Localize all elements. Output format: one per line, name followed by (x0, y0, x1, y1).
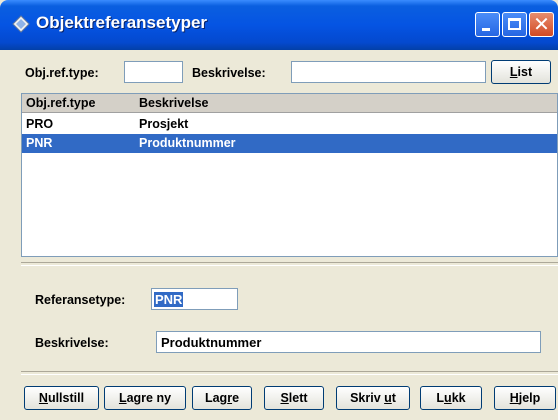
filter-type-input[interactable] (124, 61, 183, 83)
row-type: PNR (26, 136, 53, 150)
button-mnemonic: L (118, 391, 127, 405)
button-label-post: kk (451, 391, 466, 405)
button-mnemonic: S (280, 391, 289, 405)
button-mnemonic: N (38, 391, 48, 405)
save-new-button[interactable]: Lagre ny (104, 386, 186, 410)
reset-button[interactable]: Nullstill (24, 386, 99, 410)
divider (21, 262, 558, 266)
list-button[interactable]: List (491, 60, 551, 84)
app-icon (12, 15, 30, 33)
list-header: Obj.ref.type Beskrivelse (22, 94, 557, 113)
maximize-button[interactable] (502, 12, 527, 37)
filter-description-label: Beskrivelse: (192, 66, 266, 80)
close-icon: ✕ (533, 12, 550, 36)
row-description: Prosjekt (139, 117, 189, 131)
minimize-button[interactable] (475, 12, 500, 37)
row-type: PRO (26, 117, 54, 131)
reference-type-list[interactable]: Obj.ref.type Beskrivelse PRO Prosjekt PN… (21, 93, 558, 257)
button-label-post: jelp (518, 391, 541, 405)
filter-type-label: Obj.ref.type: (25, 66, 99, 80)
reference-type-input[interactable]: PNR (151, 288, 238, 310)
column-header-description[interactable]: Beskrivelse (139, 96, 209, 110)
button-label-pre: L (436, 391, 445, 405)
divider (21, 371, 558, 375)
button-label-post: agre ny (126, 391, 172, 405)
reference-type-label: Referansetype: (35, 293, 126, 307)
filter-description-input[interactable] (291, 61, 486, 83)
description-label: Beskrivelse: (35, 336, 109, 350)
column-header-type[interactable]: Obj.ref.type (26, 96, 95, 110)
help-button[interactable]: Hjelp (494, 386, 556, 410)
window-title: Objektreferansetyper (36, 13, 208, 32)
row-description: Produktnummer (139, 136, 236, 150)
button-label-pre: Skriv (350, 391, 385, 405)
button-label-post: ullstill (47, 391, 85, 405)
save-button[interactable]: Lagre (192, 386, 252, 410)
delete-button[interactable]: Slett (264, 386, 324, 410)
button-mnemonic: u (444, 391, 452, 405)
close-window-button[interactable]: Lukk (420, 386, 482, 410)
title-bar[interactable]: Objektreferansetyper ✕ (0, 0, 558, 50)
print-button[interactable]: Skriv ut (336, 386, 410, 410)
list-button-mnemonic: L (509, 65, 518, 79)
list-row-selected[interactable]: PNR Produktnummer (22, 134, 557, 153)
maximize-icon (508, 18, 521, 30)
button-label-post: e (232, 391, 240, 405)
reference-type-value: PNR (154, 292, 184, 307)
list-button-label-post: ist (517, 65, 533, 79)
button-mnemonic: u (384, 391, 392, 405)
close-button[interactable]: ✕ (529, 12, 554, 37)
button-label-post: lett (288, 391, 308, 405)
description-input[interactable]: Produktnummer (156, 331, 541, 353)
button-label-pre: Lag (204, 391, 228, 405)
button-mnemonic: H (509, 391, 519, 405)
minimize-icon (482, 28, 490, 31)
list-row[interactable]: PRO Prosjekt (22, 115, 557, 134)
button-label-post: t (391, 391, 396, 405)
